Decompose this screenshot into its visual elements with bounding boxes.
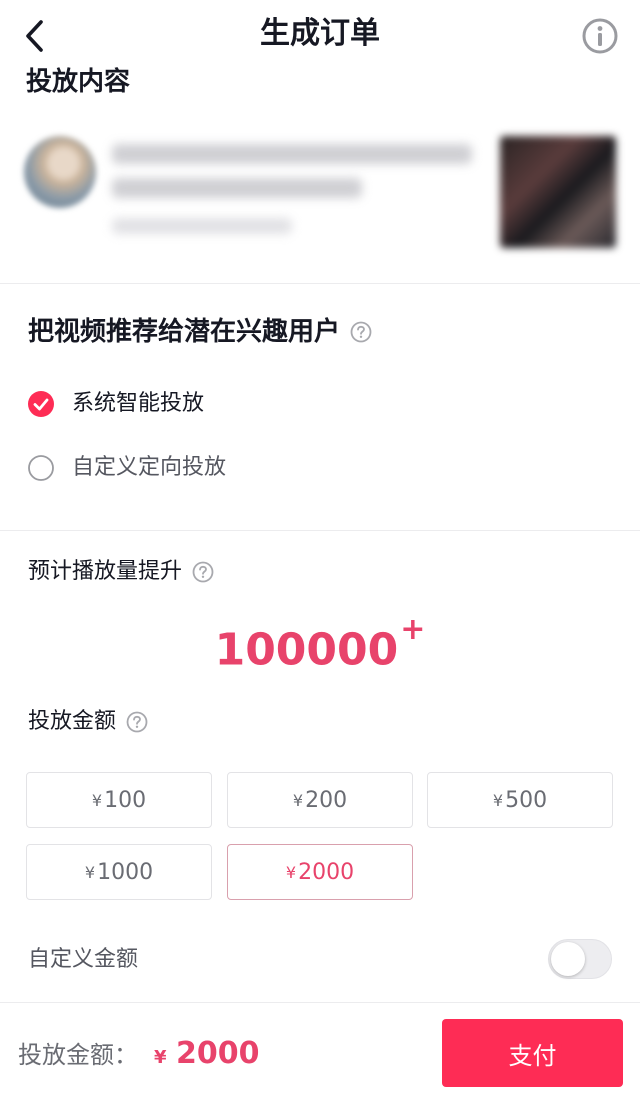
question-icon[interactable] bbox=[126, 711, 148, 733]
amount-option-value: 1000 bbox=[97, 859, 154, 885]
content-preview-card[interactable] bbox=[0, 120, 640, 270]
page-title: 生成订单 bbox=[260, 16, 380, 51]
target-section-title-text: 把视频推荐给潜在兴趣用户 bbox=[28, 317, 341, 347]
amount-option-100[interactable]: ¥100 bbox=[26, 772, 212, 828]
amount-option-1000[interactable]: ¥1000 bbox=[26, 844, 212, 900]
avatar bbox=[24, 136, 96, 208]
custom-amount-toggle[interactable] bbox=[548, 939, 612, 979]
currency-symbol: ¥ bbox=[292, 790, 304, 810]
metric-value: 100000+ bbox=[0, 610, 640, 681]
currency-symbol: ¥ bbox=[91, 790, 103, 810]
amount-label-text: 投放金额 bbox=[28, 709, 117, 734]
blurred-text-line bbox=[112, 178, 362, 198]
footer-bar: 投放金额： ¥ 2000 支付 bbox=[0, 1002, 640, 1104]
content-section-title: 投放内容 bbox=[26, 67, 131, 97]
currency-symbol: ¥ bbox=[285, 862, 297, 882]
amount-option-500[interactable]: ¥500 bbox=[427, 772, 613, 828]
amount-option-value: 200 bbox=[305, 787, 348, 813]
custom-amount-label: 自定义金额 bbox=[28, 947, 139, 972]
amount-label: 投放金额 bbox=[28, 706, 148, 738]
pay-button[interactable]: 支付 bbox=[442, 1019, 623, 1087]
amount-option-200[interactable]: ¥200 bbox=[227, 772, 413, 828]
divider bbox=[0, 530, 640, 531]
metric-value-number: 100000 bbox=[214, 624, 399, 676]
currency-symbol: ¥ bbox=[84, 862, 96, 882]
header: 生成订单 bbox=[0, 0, 640, 70]
metric-label-text: 预计播放量提升 bbox=[28, 559, 183, 584]
info-button[interactable] bbox=[580, 16, 620, 56]
radio-label-custom-targeting: 自定义定向投放 bbox=[72, 455, 227, 480]
blurred-text-line bbox=[112, 144, 472, 164]
toggle-knob bbox=[551, 942, 585, 976]
question-icon[interactable] bbox=[350, 321, 372, 343]
radio-option-smart[interactable]: 系统智能投放 bbox=[28, 388, 204, 420]
amount-option-value: 100 bbox=[104, 787, 147, 813]
custom-amount-row: 自定义金额 bbox=[28, 939, 612, 982]
divider bbox=[0, 283, 640, 284]
footer-amount-label: 投放金额： bbox=[18, 1041, 138, 1069]
currency-symbol: ¥ bbox=[492, 790, 504, 810]
metric-label: 预计播放量提升 bbox=[28, 556, 214, 588]
metric-value-suffix: + bbox=[400, 612, 426, 647]
checked-radio-icon bbox=[28, 391, 54, 417]
footer-amount-value: 2000 bbox=[176, 1036, 260, 1071]
amount-option-value: 2000 bbox=[298, 859, 355, 885]
footer-currency-symbol: ¥ bbox=[154, 1047, 167, 1068]
radio-option-custom-targeting[interactable]: 自定义定向投放 bbox=[28, 452, 226, 484]
unchecked-radio-icon bbox=[28, 455, 54, 481]
info-icon bbox=[582, 18, 618, 54]
video-thumbnail bbox=[500, 136, 616, 248]
blurred-text-line bbox=[112, 218, 292, 234]
radio-label-smart: 系统智能投放 bbox=[72, 391, 205, 416]
target-section-title: 把视频推荐给潜在兴趣用户 bbox=[28, 312, 372, 352]
amount-option-value: 500 bbox=[505, 787, 548, 813]
question-icon[interactable] bbox=[192, 561, 214, 583]
amount-option-2000[interactable]: ¥2000 bbox=[227, 844, 413, 900]
